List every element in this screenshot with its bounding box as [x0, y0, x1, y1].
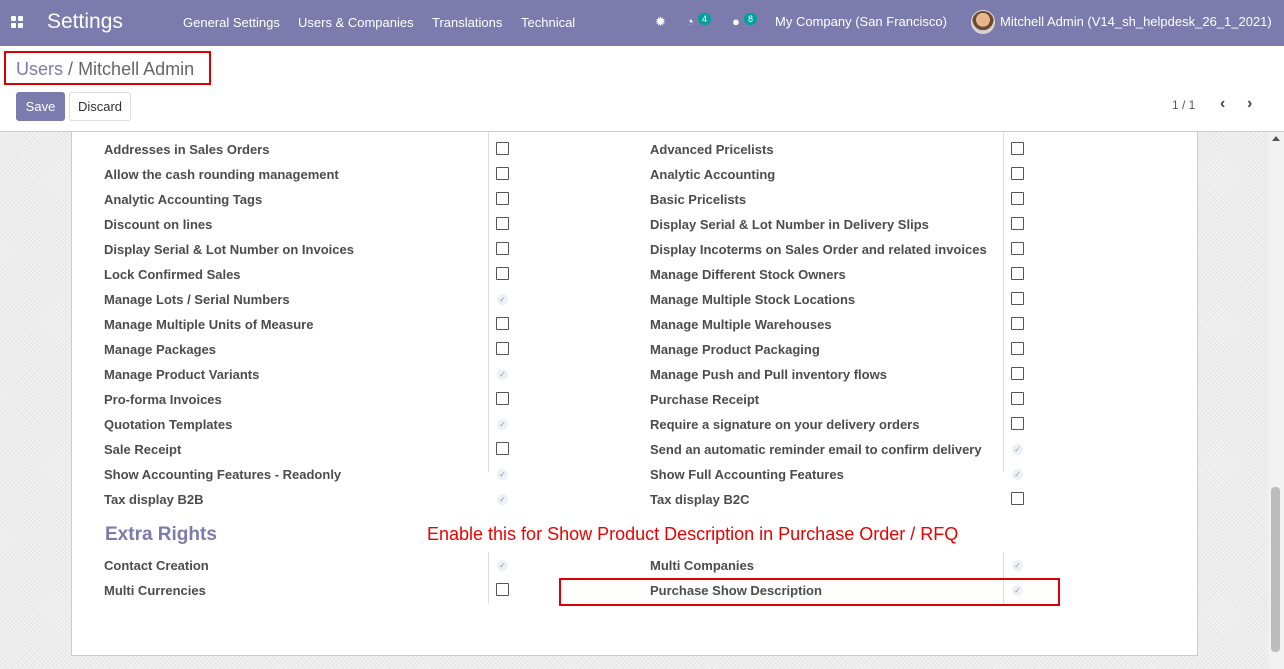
column-divider [488, 132, 489, 472]
discard-button[interactable]: Discard [69, 92, 131, 121]
setting-label[interactable]: Multi Currencies [104, 583, 206, 598]
setting-checkbox[interactable] [496, 317, 509, 330]
pager-previous-icon[interactable]: ‹ [1220, 95, 1225, 113]
setting-label[interactable]: Tax display B2C [650, 492, 749, 507]
setting-label[interactable]: Manage Packages [104, 342, 216, 357]
setting-checkbox-checked[interactable]: ✓ [1012, 560, 1023, 571]
vertical-scrollbar[interactable] [1268, 132, 1284, 669]
annotation-text: Enable this for Show Product Description… [427, 524, 959, 544]
message-count-badge: 8 [744, 13, 758, 25]
setting-checkbox-checked[interactable]: ✓ [497, 294, 508, 305]
setting-label[interactable]: Sale Receipt [104, 442, 181, 457]
setting-checkbox[interactable] [1011, 492, 1024, 505]
setting-label[interactable]: Purchase Receipt [650, 392, 759, 407]
form-background: Addresses in Sales Orders Allow the cash … [0, 132, 1284, 669]
setting-label[interactable]: Display Serial & Lot Number in Delivery … [650, 217, 929, 232]
setting-label[interactable]: Show Accounting Features - Readonly [104, 467, 341, 482]
menu-users-companies[interactable]: Users & Companies [298, 15, 414, 30]
setting-checkbox[interactable] [1011, 367, 1024, 380]
user-avatar[interactable] [971, 10, 995, 34]
setting-label[interactable]: Display Serial & Lot Number on Invoices [104, 242, 354, 257]
column-divider [488, 552, 489, 604]
setting-checkbox[interactable] [1011, 417, 1024, 430]
setting-checkbox[interactable] [496, 442, 509, 455]
setting-label[interactable]: Manage Product Packaging [650, 342, 820, 357]
setting-label[interactable]: Pro-forma Invoices [104, 392, 222, 407]
menu-translations[interactable]: Translations [432, 15, 502, 30]
setting-label[interactable]: Manage Multiple Stock Locations [650, 292, 855, 307]
setting-checkbox[interactable] [1011, 292, 1024, 305]
setting-checkbox[interactable] [1011, 342, 1024, 355]
top-navbar: Settings General Settings Users & Compan… [0, 0, 1284, 46]
setting-checkbox[interactable] [496, 167, 509, 180]
column-divider [1003, 132, 1004, 472]
setting-checkbox[interactable] [496, 242, 509, 255]
setting-checkbox[interactable] [496, 583, 509, 596]
setting-checkbox[interactable] [496, 192, 509, 205]
setting-checkbox[interactable] [1011, 267, 1024, 280]
pager-next-icon[interactable]: › [1247, 95, 1252, 113]
company-switcher[interactable]: My Company (San Francisco) [775, 14, 947, 29]
setting-label[interactable]: Show Full Accounting Features [650, 467, 844, 482]
setting-label[interactable]: Addresses in Sales Orders [104, 142, 269, 157]
setting-checkbox-checked[interactable]: ✓ [497, 469, 508, 480]
save-button[interactable]: Save [16, 92, 65, 121]
setting-label[interactable]: Send an automatic reminder email to conf… [650, 442, 982, 457]
setting-checkbox[interactable] [496, 342, 509, 355]
setting-label[interactable]: Manage Multiple Warehouses [650, 317, 832, 332]
setting-checkbox[interactable] [1011, 217, 1024, 230]
breadcrumb-highlight-box [4, 51, 211, 85]
setting-label[interactable]: Manage Product Variants [104, 367, 259, 382]
setting-checkbox-checked[interactable]: ✓ [1012, 469, 1023, 480]
setting-checkbox-checked[interactable]: ✓ [497, 419, 508, 430]
setting-label[interactable]: Analytic Accounting Tags [104, 192, 262, 207]
setting-label[interactable]: Allow the cash rounding management [104, 167, 339, 182]
setting-checkbox[interactable] [1011, 167, 1024, 180]
messages-chat-icon[interactable]: ● [732, 14, 740, 29]
setting-checkbox[interactable] [1011, 192, 1024, 205]
setting-checkbox-checked[interactable]: ✓ [497, 560, 508, 571]
setting-label[interactable]: Manage Lots / Serial Numbers [104, 292, 290, 307]
setting-label[interactable]: Discount on lines [104, 217, 212, 232]
setting-label[interactable]: Display Incoterms on Sales Order and rel… [650, 242, 987, 257]
setting-label[interactable]: Quotation Templates [104, 417, 232, 432]
setting-checkbox-checked[interactable]: ✓ [497, 494, 508, 505]
setting-label[interactable]: Manage Different Stock Owners [650, 267, 846, 282]
setting-label[interactable]: Multi Companies [650, 558, 754, 573]
setting-label[interactable]: Manage Multiple Units of Measure [104, 317, 313, 332]
setting-label[interactable]: Manage Push and Pull inventory flows [650, 367, 887, 382]
setting-checkbox-checked[interactable]: ✓ [1012, 444, 1023, 455]
setting-label[interactable]: Tax display B2B [104, 492, 203, 507]
user-menu[interactable]: Mitchell Admin (V14_sh_helpdesk_26_1_202… [1000, 14, 1272, 29]
setting-checkbox-checked[interactable]: ✓ [497, 369, 508, 380]
setting-checkbox[interactable] [496, 217, 509, 230]
setting-checkbox[interactable] [496, 142, 509, 155]
setting-checkbox[interactable] [1011, 142, 1024, 155]
setting-label[interactable]: Basic Pricelists [650, 192, 746, 207]
apps-menu-icon[interactable] [11, 16, 23, 28]
setting-checkbox[interactable] [1011, 392, 1024, 405]
setting-checkbox[interactable] [1011, 242, 1024, 255]
setting-label[interactable]: Require a signature on your delivery ord… [650, 417, 919, 432]
debug-bug-icon[interactable]: ✹ [655, 14, 666, 30]
menu-technical[interactable]: Technical [521, 15, 575, 30]
setting-label[interactable]: Lock Confirmed Sales [104, 267, 241, 282]
setting-checkbox[interactable] [496, 392, 509, 405]
activity-clock-icon[interactable]: ◔ [686, 14, 694, 29]
setting-label[interactable]: Contact Creation [104, 558, 209, 573]
setting-label[interactable]: Analytic Accounting [650, 167, 775, 182]
setting-label[interactable]: Advanced Pricelists [650, 142, 774, 157]
purchase-description-highlight-box [559, 578, 1060, 606]
menu-general-settings[interactable]: General Settings [183, 15, 280, 30]
setting-checkbox[interactable] [1011, 317, 1024, 330]
scroll-up-arrow-icon[interactable] [1272, 136, 1280, 141]
app-title[interactable]: Settings [47, 10, 123, 34]
pager-value[interactable]: 1 / 1 [1172, 98, 1195, 112]
scrollbar-thumb[interactable] [1271, 487, 1280, 652]
control-panel: Users / Mitchell Admin Save Discard 1 / … [0, 46, 1284, 132]
setting-checkbox[interactable] [496, 267, 509, 280]
extra-rights-heading: Extra Rights [105, 524, 217, 545]
activity-count-badge: 4 [698, 13, 712, 25]
